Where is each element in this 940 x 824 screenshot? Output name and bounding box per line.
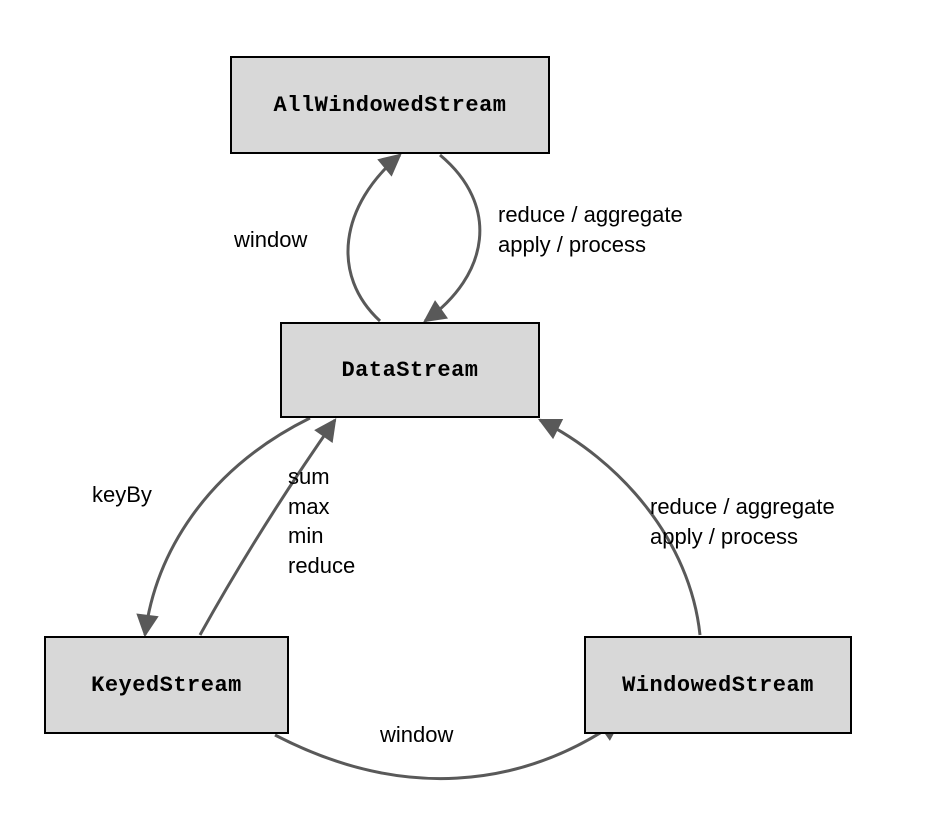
edge-label-sum-max-min-reduce: sum max min reduce [288, 462, 355, 581]
node-windowedstream: WindowedStream [584, 636, 852, 734]
diagram-canvas: AllWindowedStream DataStream KeyedStream… [0, 0, 940, 824]
edge-ds-to-allwindowed [348, 155, 400, 321]
edge-label-window-up: window [234, 225, 307, 255]
edge-allwindowed-to-ds [425, 155, 480, 321]
node-label: DataStream [341, 358, 478, 383]
edge-ds-to-keyed [145, 418, 310, 635]
node-datastream: DataStream [280, 322, 540, 418]
edge-label-window-bottom: window [380, 720, 453, 750]
node-label: KeyedStream [91, 673, 242, 698]
edge-label-reduce-apply-right: reduce / aggregate apply / process [650, 492, 835, 551]
edge-label-keyby: keyBy [92, 480, 152, 510]
node-label: WindowedStream [622, 673, 814, 698]
edge-label-reduce-apply-up: reduce / aggregate apply / process [498, 200, 683, 259]
node-label: AllWindowedStream [274, 93, 507, 118]
node-allwindowedstream: AllWindowedStream [230, 56, 550, 154]
node-keyedstream: KeyedStream [44, 636, 289, 734]
